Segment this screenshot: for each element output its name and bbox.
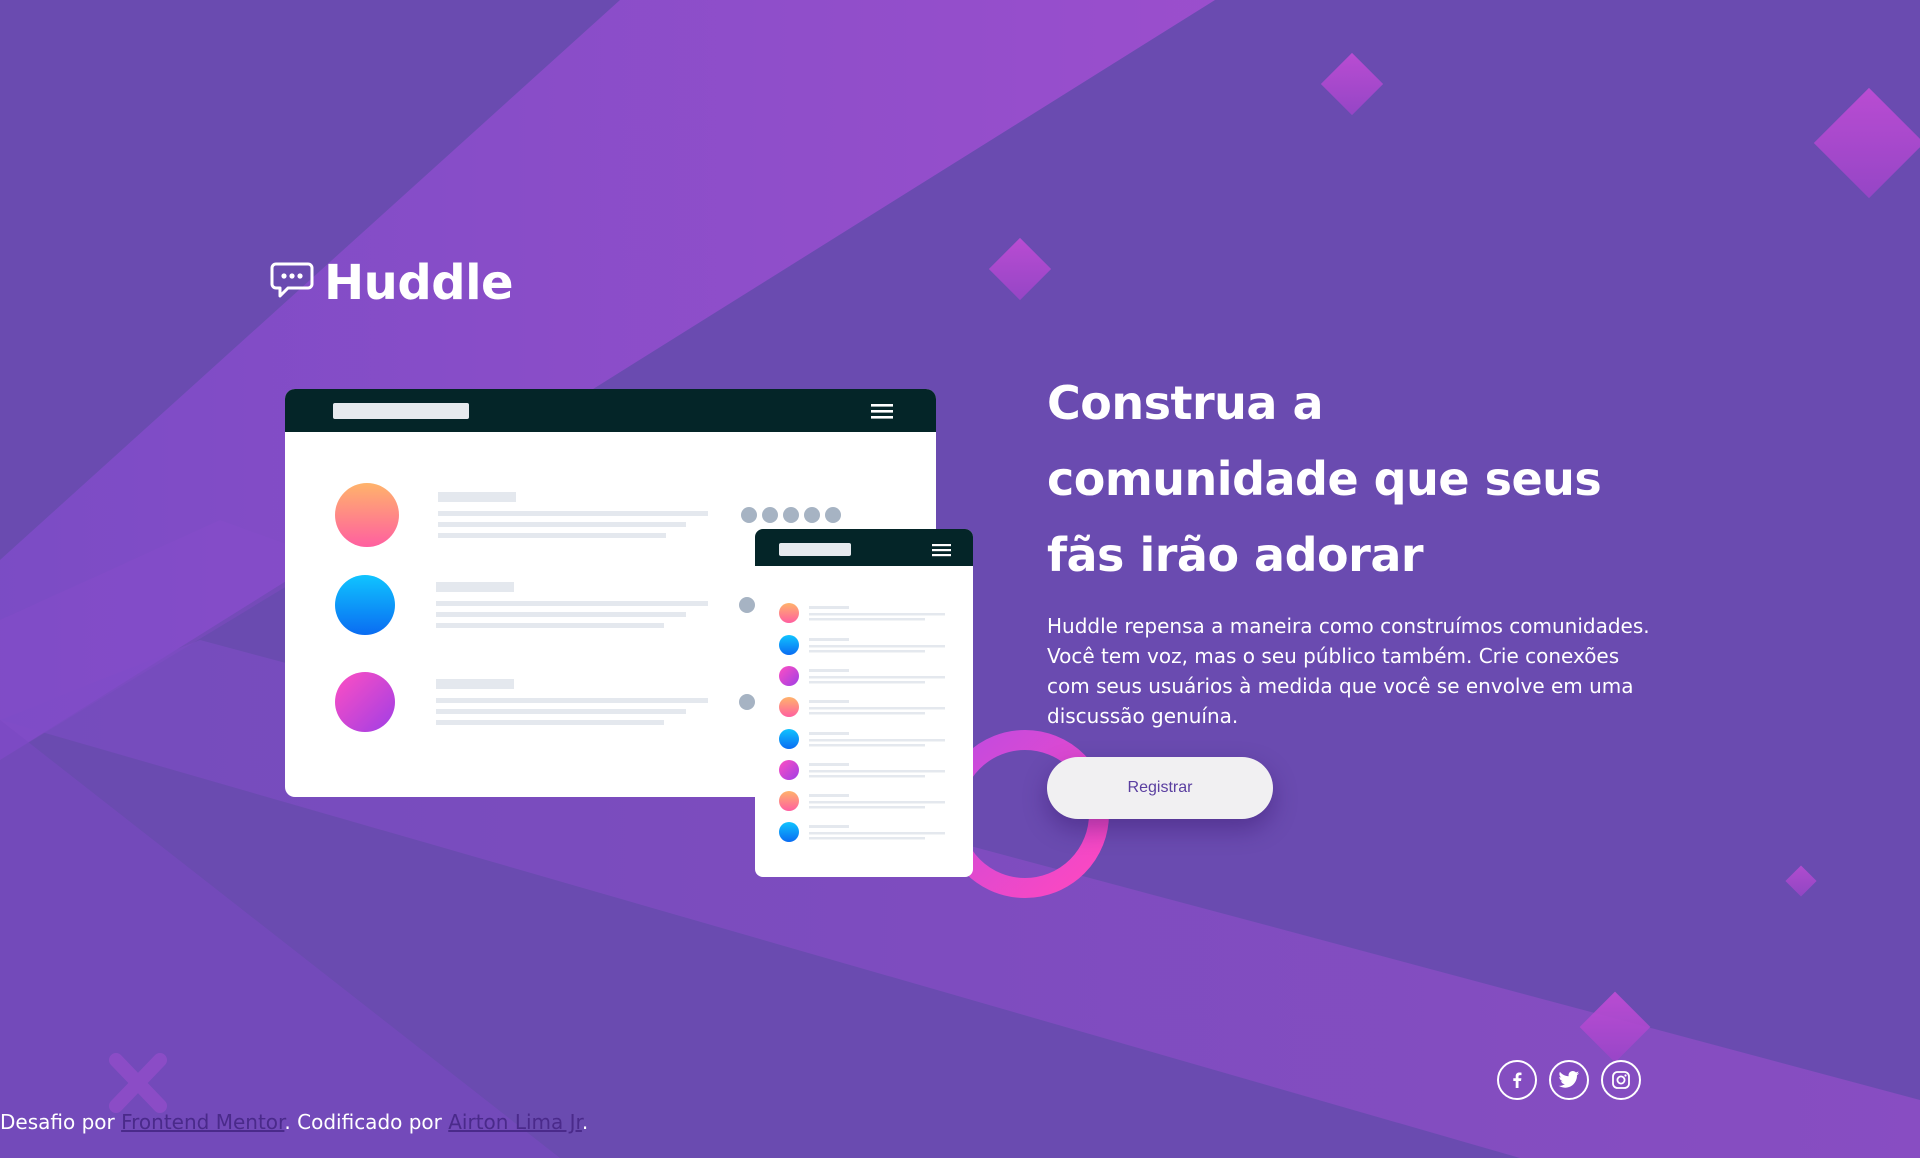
app-mockup-illustration	[285, 389, 1109, 898]
logo[interactable]: Huddle	[270, 255, 514, 311]
twitter-icon[interactable]	[1549, 1060, 1589, 1100]
hero-section: Construa a comunidade que seus fãs irão …	[1047, 365, 1677, 819]
brand-name: Huddle	[324, 255, 514, 311]
chat-bubble-icon	[270, 262, 314, 304]
register-button[interactable]: Registrar	[1047, 757, 1273, 819]
attribution-suffix: .	[581, 1110, 589, 1134]
social-links	[1497, 1060, 1641, 1100]
attribution-prefix: Desafio por	[0, 1110, 122, 1134]
instagram-icon[interactable]	[1601, 1060, 1641, 1100]
author-link[interactable]: Airton Lima Jr	[448, 1110, 582, 1134]
attribution-middle: . Codificado por	[284, 1110, 449, 1134]
facebook-icon[interactable]	[1497, 1060, 1537, 1100]
attribution: Desafio por Frontend Mentor. Codificado …	[0, 1110, 588, 1134]
frontend-mentor-link[interactable]: Frontend Mentor	[121, 1110, 284, 1134]
hero-description: Huddle repensa a maneira como construímo…	[1047, 614, 1650, 728]
hero-headline: Construa a comunidade que seus fãs irão …	[1047, 376, 1602, 582]
mobile-window-mockup	[755, 529, 973, 877]
